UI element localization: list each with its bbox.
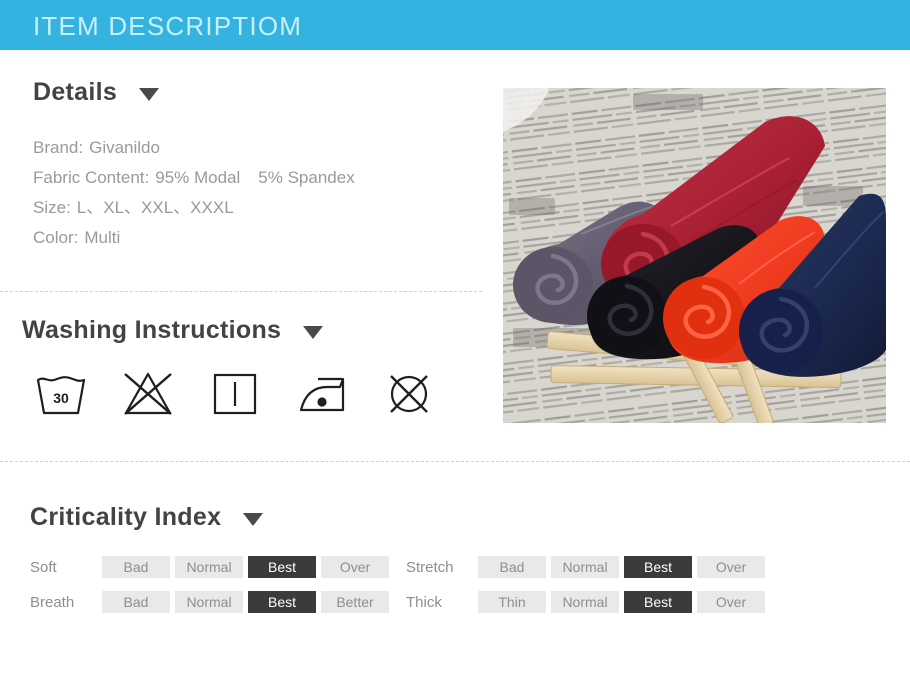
detail-key: Size: <box>33 198 71 217</box>
criticality-index-section: Criticality Index Soft Bad Normal Best O… <box>30 503 890 626</box>
criticality-cell[interactable]: Over <box>697 591 765 613</box>
criticality-label: Stretch <box>406 558 454 576</box>
detail-value: Multi <box>84 228 121 247</box>
detail-row-fabric-content: Fabric Content: 95% Modal 5% Spandex <box>33 163 473 193</box>
criticality-cell[interactable]: Normal <box>551 591 619 613</box>
criticality-group-soft: Soft Bad Normal Best Over <box>30 556 389 578</box>
criticality-cell[interactable]: Normal <box>175 591 243 613</box>
criticality-cells: Bad Normal Best Better <box>102 591 389 613</box>
table-row: Soft Bad Normal Best Over Stretch Bad No… <box>30 556 890 578</box>
criticality-cell[interactable]: Normal <box>551 556 619 578</box>
criticality-group-breath: Breath Bad Normal Best Better <box>30 591 389 613</box>
do-not-bleach-icon <box>120 367 176 419</box>
criticality-group-stretch: Stretch Bad Normal Best Over <box>406 556 765 578</box>
chevron-down-icon[interactable] <box>243 513 264 526</box>
details-heading: Details <box>33 78 118 106</box>
page-title: ITEM DESCRIPTIOM <box>33 11 303 41</box>
criticality-cell[interactable]: Thin <box>478 591 546 613</box>
details-section: Details Brand: Givanildo Fabric Content: 9… <box>33 78 473 253</box>
detail-value: Givanildo <box>89 138 160 157</box>
detail-value: L、XL、XXL、XXXL <box>76 198 234 217</box>
detail-row-brand: Brand: Givanildo <box>33 133 473 163</box>
criticality-cell-active[interactable]: Best <box>624 556 692 578</box>
criticality-cell[interactable]: Bad <box>102 591 170 613</box>
wash-30-icon: 30 <box>33 367 89 419</box>
washing-icon-row: 30 <box>33 367 437 419</box>
criticality-cell[interactable]: Bad <box>478 556 546 578</box>
detail-value-secondary: 5% Spandex <box>258 168 355 187</box>
detail-row-size: Size: L、XL、XXL、XXXL <box>33 193 473 223</box>
criticality-cell[interactable]: Over <box>697 556 765 578</box>
detail-value: 95% Modal <box>155 168 241 187</box>
criticality-cell[interactable]: Bad <box>102 556 170 578</box>
criticality-cells: Bad Normal Best Over <box>478 556 765 578</box>
criticality-cell-active[interactable]: Best <box>248 591 316 613</box>
criticality-cells: Bad Normal Best Over <box>102 556 389 578</box>
product-photo <box>503 88 886 423</box>
criticality-cell[interactable]: Better <box>321 591 389 613</box>
iron-low-icon <box>294 367 350 419</box>
chevron-down-icon[interactable] <box>303 326 324 339</box>
criticality-cell-active[interactable]: Best <box>624 591 692 613</box>
chevron-down-icon[interactable] <box>139 88 160 101</box>
section-divider <box>0 461 910 462</box>
detail-key: Brand: <box>33 138 84 157</box>
criticality-label: Soft <box>30 558 57 576</box>
detail-row-color: Color: Multi <box>33 223 473 253</box>
criticality-cell[interactable]: Normal <box>175 556 243 578</box>
detail-key: Fabric Content: <box>33 168 150 187</box>
washing-heading: Washing Instructions <box>22 316 282 344</box>
criticality-group-thick: Thick Thin Normal Best Over <box>406 591 765 613</box>
washing-heading-row: Washing Instructions <box>22 316 437 345</box>
criticality-label: Thick <box>406 593 442 611</box>
criticality-heading: Criticality Index <box>30 503 222 531</box>
wash-temp-label: 30 <box>53 390 69 406</box>
detail-key: Color: <box>33 228 79 247</box>
criticality-table: Soft Bad Normal Best Over Stretch Bad No… <box>30 556 890 613</box>
criticality-heading-row: Criticality Index <box>30 503 890 532</box>
details-list: Brand: Givanildo Fabric Content: 95% Modal… <box>33 133 473 253</box>
criticality-cell-active[interactable]: Best <box>248 556 316 578</box>
details-heading-row: Details <box>33 78 473 107</box>
do-not-dry-clean-icon <box>381 367 437 419</box>
washing-instructions-section: Washing Instructions 30 <box>22 316 437 419</box>
criticality-cells: Thin Normal Best Over <box>478 591 765 613</box>
section-divider <box>0 291 482 292</box>
criticality-cell[interactable]: Over <box>321 556 389 578</box>
criticality-label: Breath <box>30 593 75 611</box>
drip-dry-icon <box>207 367 263 419</box>
table-row: Breath Bad Normal Best Better Thick Thin… <box>30 591 890 613</box>
page-header-bar: ITEM DESCRIPTIOM <box>0 0 910 50</box>
